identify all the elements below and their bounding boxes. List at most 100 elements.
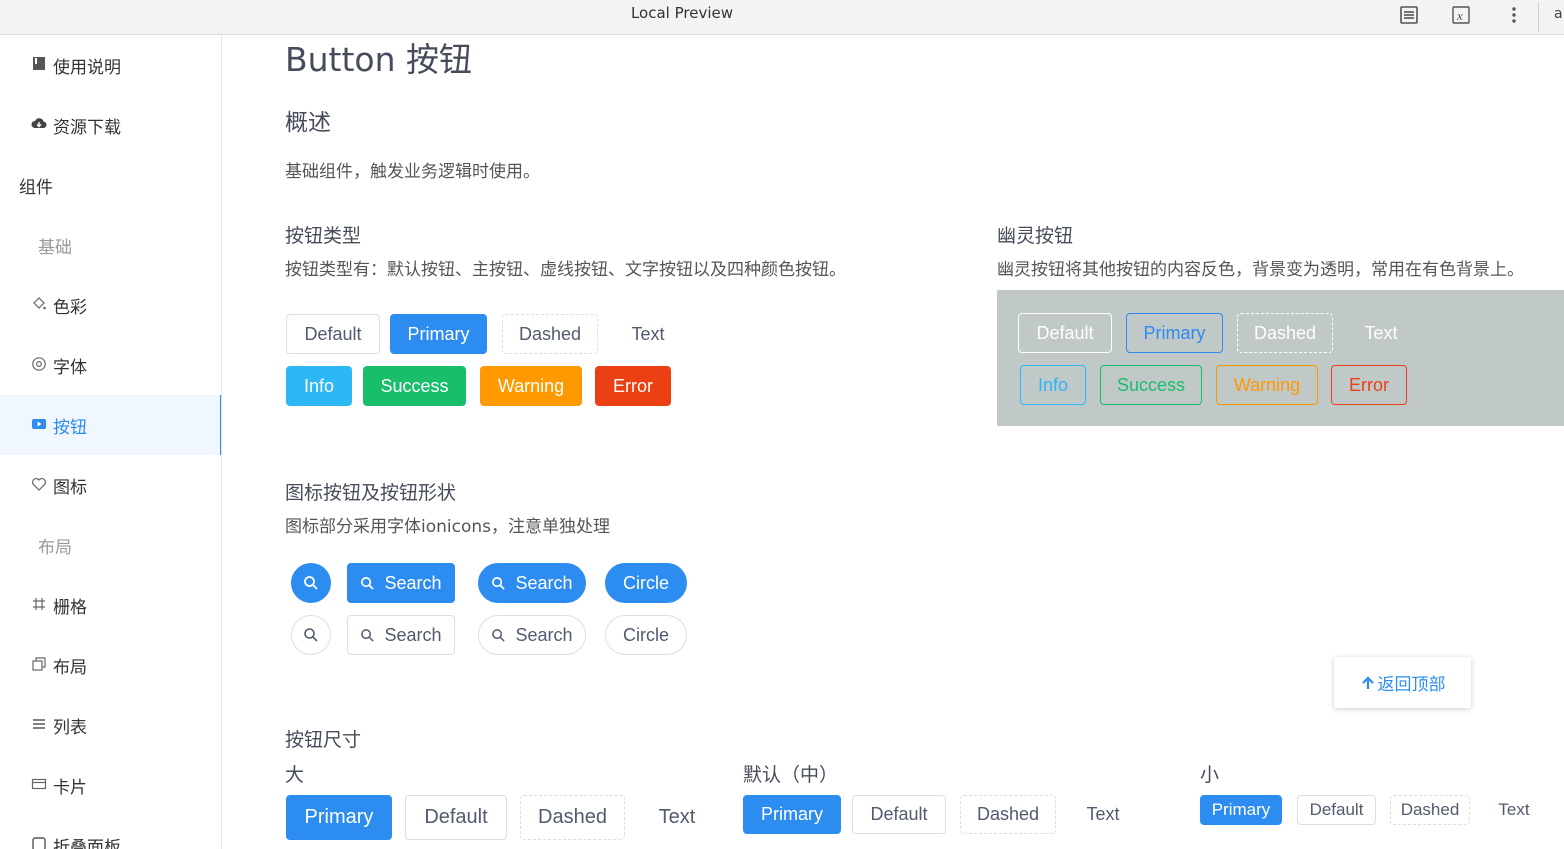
text-button[interactable]: Text — [608, 314, 688, 354]
search-button-default[interactable]: Search — [347, 615, 455, 655]
partial-icon: a — [1554, 6, 1563, 22]
size-small-label: 小 — [1200, 764, 1220, 786]
sidebar-group-label: 组件 — [19, 178, 53, 198]
sidebar-subgroup-basic: 基础 — [0, 215, 221, 275]
ghost-buttons-heading: 幽灵按钮 — [997, 225, 1074, 247]
sidebar-nav: 使用说明 资源下载 组件 基础 色彩 字体 按钮 图标 布局 栅格 布局 列表 — [0, 35, 222, 849]
window-title: Local Preview — [630, 4, 734, 22]
sidebar-item-usage[interactable]: 使用说明 — [0, 35, 221, 95]
sidebar-item-download[interactable]: 资源下载 — [0, 95, 221, 155]
overview-heading: 概述 — [285, 110, 331, 136]
ghost-buttons-desc: 幽灵按钮将其他按钮的内容反色，背景变为透明，常用在有色背景上。 — [997, 260, 1524, 280]
default-size-dashed-button[interactable]: Dashed — [960, 795, 1056, 834]
sidebar-item-label: 卡片 — [53, 778, 87, 798]
sidebar-item-label: 布局 — [53, 658, 87, 678]
circle-button-default[interactable]: Circle — [605, 615, 687, 655]
search-button-primary[interactable]: Search — [347, 563, 455, 603]
icon-buttons-heading: 图标按钮及按钮形状 — [285, 482, 457, 504]
sidebar-subgroup-label: 基础 — [38, 238, 72, 258]
sidebar-item-icon[interactable]: 图标 — [0, 455, 221, 515]
button-label: Search — [515, 572, 573, 593]
formula-icon[interactable]: x — [1450, 4, 1472, 26]
success-button[interactable]: Success — [363, 366, 466, 406]
round-search-button-default[interactable]: Search — [478, 615, 586, 655]
sidebar-item-label: 色彩 — [53, 298, 87, 318]
search-icon — [361, 576, 375, 590]
card-icon — [31, 776, 47, 792]
at-icon — [31, 356, 47, 372]
sidebar-item-card[interactable]: 卡片 — [0, 755, 221, 815]
window-titlebar: Local Preview x a — [0, 0, 1564, 35]
button-label: Search — [384, 572, 442, 593]
sidebar-item-font[interactable]: 字体 — [0, 335, 221, 395]
sidebar-item-label: 按钮 — [53, 418, 87, 438]
small-default-button[interactable]: Default — [1297, 795, 1376, 825]
back-to-top-button[interactable]: 返回顶部 — [1334, 657, 1471, 708]
sidebar-item-list[interactable]: 列表 — [0, 695, 221, 755]
reader-mode-icon[interactable] — [1398, 4, 1420, 26]
ghost-default-button[interactable]: Default — [1018, 313, 1112, 353]
sidebar-item-label: 图标 — [53, 478, 87, 498]
large-text-button[interactable]: Text — [635, 795, 719, 840]
layout-icon — [31, 656, 47, 672]
arrow-up-icon — [1361, 675, 1374, 689]
size-default-label: 默认（中） — [743, 764, 839, 786]
more-vertical-icon[interactable] — [1503, 4, 1525, 26]
sidebar-item-label: 资源下载 — [53, 118, 121, 138]
info-button[interactable]: Info — [286, 366, 352, 406]
sidebar-subgroup-label: 布局 — [38, 538, 72, 558]
ghost-info-button[interactable]: Info — [1020, 365, 1086, 405]
heart-icon — [31, 476, 47, 492]
large-dashed-button[interactable]: Dashed — [520, 795, 625, 840]
sidebar-item-collapse[interactable]: 折叠面板 — [0, 815, 221, 849]
back-to-top-label: 返回顶部 — [1377, 675, 1446, 695]
collapse-icon — [31, 836, 47, 849]
sidebar-item-button[interactable]: 按钮 — [0, 395, 221, 455]
svg-text:x: x — [1456, 8, 1463, 23]
book-icon — [31, 56, 47, 72]
search-icon — [304, 628, 318, 642]
button-types-desc: 按钮类型有：默认按钮、主按钮、虚线按钮、文字按钮以及四种颜色按钮。 — [285, 260, 846, 280]
small-dashed-button[interactable]: Dashed — [1390, 795, 1470, 825]
ghost-dashed-button[interactable]: Dashed — [1237, 313, 1333, 353]
sidebar-subgroup-layout: 布局 — [0, 515, 221, 575]
circle-search-button[interactable] — [291, 563, 331, 603]
ghost-success-button[interactable]: Success — [1100, 365, 1202, 405]
ghost-primary-button[interactable]: Primary — [1126, 313, 1223, 353]
play-button-icon — [31, 416, 47, 432]
dashed-button[interactable]: Dashed — [502, 314, 598, 354]
search-icon — [492, 576, 506, 590]
large-primary-button[interactable]: Primary — [286, 795, 392, 840]
ghost-warning-button[interactable]: Warning — [1216, 365, 1318, 405]
sidebar-item-layout[interactable]: 布局 — [0, 635, 221, 695]
default-button[interactable]: Default — [286, 314, 380, 354]
button-label: Search — [384, 624, 442, 645]
button-types-heading: 按钮类型 — [285, 225, 362, 247]
sidebar-item-grid[interactable]: 栅格 — [0, 575, 221, 635]
round-search-button-primary[interactable]: Search — [478, 563, 586, 603]
default-size-default-button[interactable]: Default — [852, 795, 946, 834]
sidebar-item-label: 栅格 — [53, 598, 87, 618]
circle-button-primary[interactable]: Circle — [605, 563, 687, 603]
icon-buttons-desc: 图标部分采用字体ionicons，注意单独处理 — [285, 517, 610, 537]
sidebar-group-components: 组件 — [0, 155, 221, 215]
small-text-button[interactable]: Text — [1483, 795, 1545, 825]
primary-button[interactable]: Primary — [390, 314, 487, 354]
cloud-download-icon — [31, 116, 47, 132]
button-size-heading: 按钮尺寸 — [285, 729, 362, 751]
sidebar-item-label: 折叠面板 — [53, 838, 121, 849]
error-button[interactable]: Error — [595, 366, 671, 406]
circle-search-button-default[interactable] — [291, 615, 331, 655]
large-default-button[interactable]: Default — [405, 795, 507, 840]
sidebar-item-color[interactable]: 色彩 — [0, 275, 221, 335]
overview-text: 基础组件，触发业务逻辑时使用。 — [285, 162, 540, 182]
sidebar-item-label: 使用说明 — [53, 58, 121, 78]
warning-button[interactable]: Warning — [480, 366, 582, 406]
ghost-text-button[interactable]: Text — [1341, 313, 1421, 353]
paint-bucket-icon — [31, 296, 47, 312]
small-primary-button[interactable]: Primary — [1200, 795, 1282, 825]
default-size-text-button[interactable]: Text — [1063, 795, 1143, 834]
grid-icon — [31, 596, 47, 612]
ghost-error-button[interactable]: Error — [1331, 365, 1407, 405]
default-size-primary-button[interactable]: Primary — [743, 795, 841, 834]
